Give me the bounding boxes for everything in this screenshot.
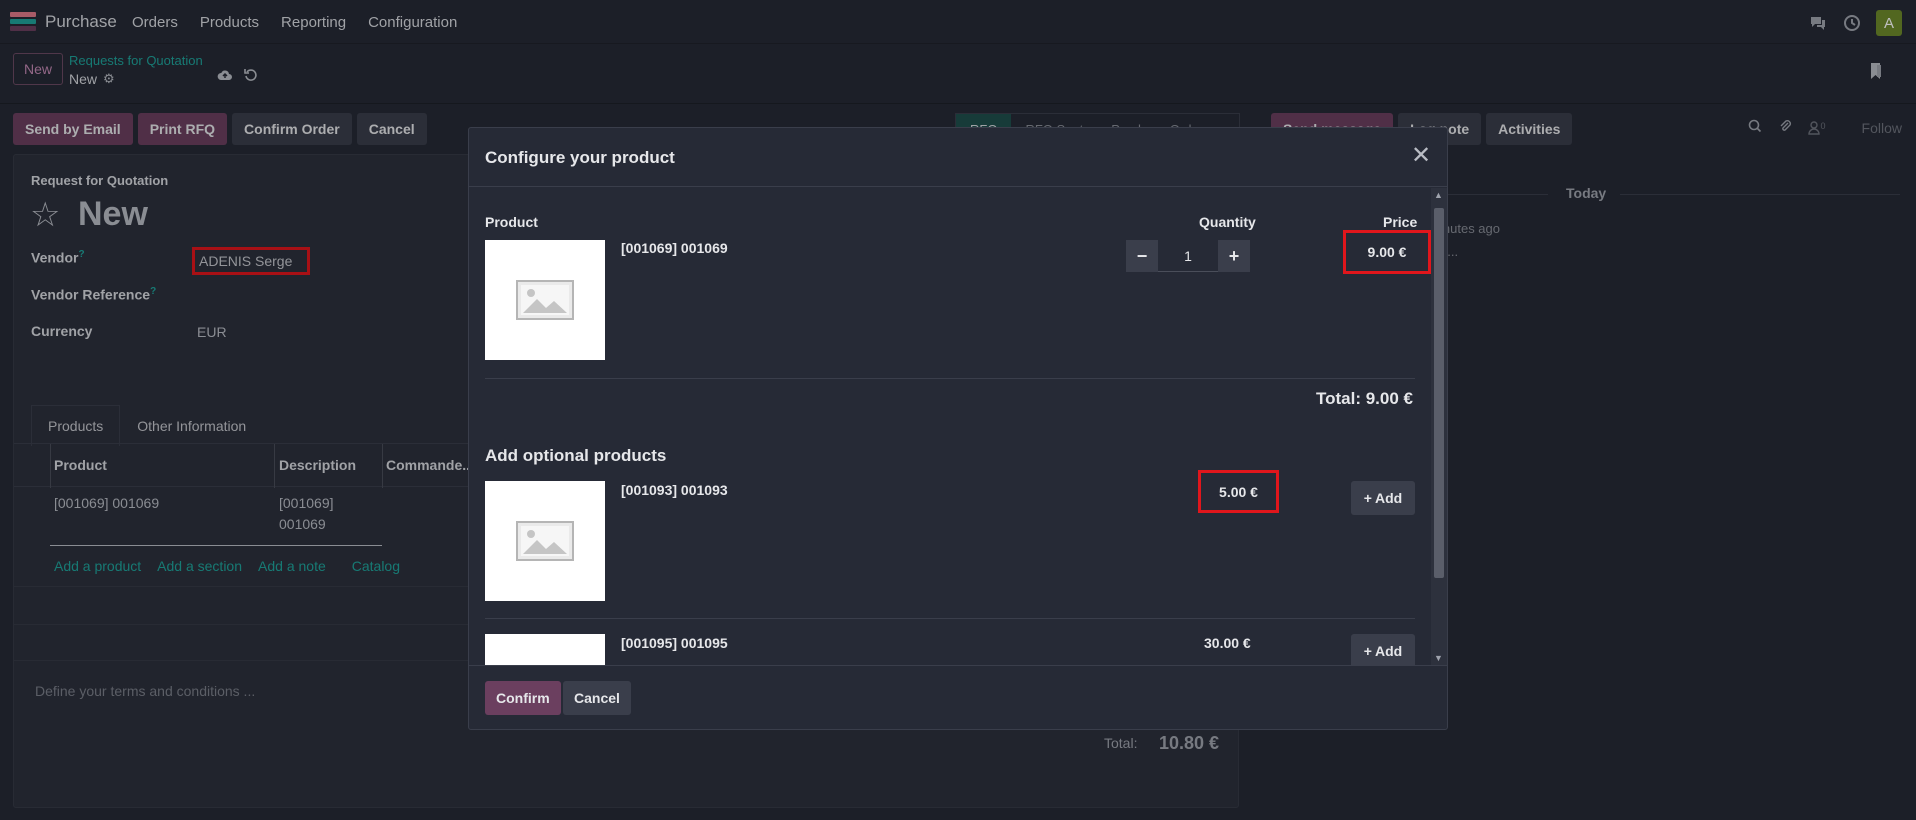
modal-scrollbar[interactable]: ▲ ▼ (1431, 188, 1447, 665)
cancel-button[interactable]: Cancel (563, 681, 631, 715)
header-product: Product (485, 214, 538, 230)
minus-icon[interactable]: − (1126, 240, 1158, 272)
plus-icon[interactable]: + (1218, 240, 1250, 272)
main-product-name: [001069] 001069 (621, 240, 728, 256)
configure-product-dialog: Configure your product ✕ Product Quantit… (468, 127, 1448, 730)
modal-title: Configure your product (485, 148, 675, 167)
confirm-button[interactable]: Confirm (485, 681, 561, 715)
quantity-stepper: − 1 + (1126, 240, 1250, 272)
scroll-down-icon[interactable]: ▼ (1434, 653, 1443, 663)
add-optional-button[interactable]: + Add (1351, 634, 1415, 665)
header-quantity: Quantity (1199, 214, 1256, 230)
add-optional-label: Add (1374, 643, 1403, 659)
modal-total: Total: 9.00 € (1316, 389, 1413, 408)
optional-product-image (485, 634, 605, 665)
quantity-input[interactable]: 1 (1158, 240, 1218, 272)
add-optional-label: Add (1374, 490, 1403, 506)
add-optional-button[interactable]: + Add (1351, 481, 1415, 515)
close-icon[interactable]: ✕ (1409, 144, 1433, 168)
modal-body: Product Quantity Price [001069] 001069 −… (469, 188, 1447, 665)
modal-footer: Confirm Cancel (469, 665, 1447, 729)
plus-icon: + (1363, 643, 1372, 659)
optional-products-title: Add optional products (485, 446, 667, 465)
scroll-up-icon[interactable]: ▲ (1434, 190, 1443, 200)
scroll-thumb[interactable] (1434, 208, 1444, 578)
main-product-price: 9.00 € (1343, 230, 1431, 274)
divider (485, 618, 1415, 619)
modal-header: Configure your product ✕ (469, 128, 1447, 187)
plus-icon: + (1363, 490, 1372, 506)
product-image-placeholder (485, 240, 605, 360)
header-price: Price (1383, 214, 1418, 230)
divider (485, 378, 1415, 379)
optional-product-price: 5.00 € (1198, 470, 1279, 513)
optional-product-name: [001095] 001095 (621, 635, 728, 651)
optional-product-image (485, 481, 605, 601)
optional-product-name: [001093] 001093 (621, 482, 728, 498)
optional-product-price: 30.00 € (1204, 635, 1251, 651)
